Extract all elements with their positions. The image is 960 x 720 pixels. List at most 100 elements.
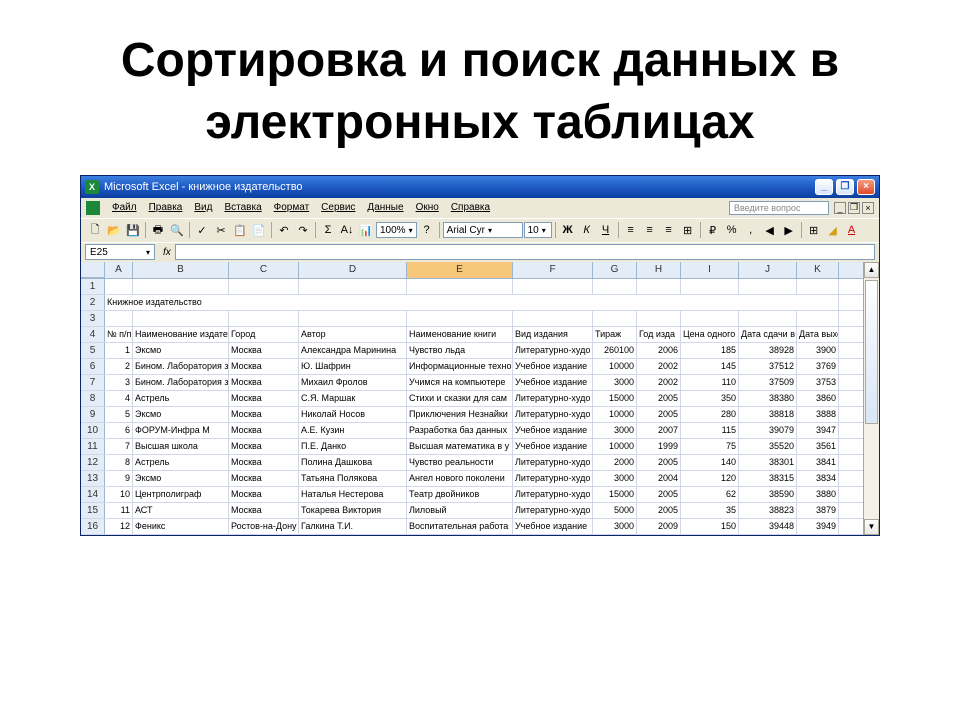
col-header-f[interactable]: F — [513, 262, 593, 278]
cell[interactable]: С.Я. Маршак — [299, 391, 407, 406]
cell[interactable]: Литературно-худо — [513, 471, 593, 486]
align-left-icon[interactable]: ≡ — [622, 221, 640, 239]
cell[interactable]: Литературно-худо — [513, 391, 593, 406]
cell[interactable]: 8 — [105, 455, 133, 470]
cell[interactable]: Ю. Шафрин — [299, 359, 407, 374]
cell[interactable] — [105, 279, 133, 294]
cell[interactable]: Литературно-худо — [513, 407, 593, 422]
cell[interactable]: Николай Носов — [299, 407, 407, 422]
row-header[interactable]: 9 — [81, 407, 105, 422]
menu-window[interactable]: Окно — [410, 200, 445, 215]
menubar-excel-icon[interactable] — [86, 201, 100, 215]
row-header[interactable]: 2 — [81, 295, 105, 310]
cell[interactable]: 110 — [681, 375, 739, 390]
decrease-indent-icon[interactable]: ◀ — [761, 221, 779, 239]
cell[interactable]: Москва — [229, 391, 299, 406]
cell[interactable]: Москва — [229, 503, 299, 518]
cell[interactable]: 2005 — [637, 487, 681, 502]
cell[interactable]: Токарева Виктория — [299, 503, 407, 518]
cell[interactable]: 350 — [681, 391, 739, 406]
cell[interactable]: 1999 — [637, 439, 681, 454]
cell[interactable]: Высшая школа — [133, 439, 229, 454]
cell[interactable]: 39448 — [739, 519, 797, 534]
fill-color-icon[interactable]: ◢ — [824, 221, 842, 239]
cell[interactable]: 37512 — [739, 359, 797, 374]
bold-icon[interactable]: Ж — [559, 221, 577, 239]
header-cell[interactable]: Дата сдачи в — [739, 327, 797, 342]
cell[interactable]: 3949 — [797, 519, 839, 534]
chart-wizard-icon[interactable]: 📊 — [357, 221, 375, 239]
header-cell[interactable]: Цена одного — [681, 327, 739, 342]
cell[interactable]: Москва — [229, 471, 299, 486]
cell[interactable]: 185 — [681, 343, 739, 358]
cell[interactable]: 2009 — [637, 519, 681, 534]
cell[interactable]: 3753 — [797, 375, 839, 390]
zoom-combo[interactable]: 100% — [376, 222, 417, 238]
cell[interactable]: 1 — [105, 343, 133, 358]
cell[interactable]: 38928 — [739, 343, 797, 358]
scroll-thumb[interactable] — [865, 280, 878, 425]
merge-icon[interactable]: ⊞ — [679, 221, 697, 239]
cell[interactable]: Центрполиграф — [133, 487, 229, 502]
cell[interactable]: Москва — [229, 423, 299, 438]
vertical-scrollbar[interactable]: ▲ ▼ — [863, 262, 879, 535]
borders-icon[interactable]: ⊞ — [805, 221, 823, 239]
cell[interactable]: 140 — [681, 455, 739, 470]
cell[interactable]: 3769 — [797, 359, 839, 374]
cell[interactable]: 7 — [105, 439, 133, 454]
header-cell[interactable]: Наименование издате — [133, 327, 229, 342]
col-header-i[interactable]: I — [681, 262, 739, 278]
cell[interactable]: 10000 — [593, 359, 637, 374]
cell[interactable]: 15000 — [593, 487, 637, 502]
cell[interactable]: 3860 — [797, 391, 839, 406]
cell[interactable]: Бином. Лаборатория з — [133, 359, 229, 374]
cell[interactable]: 10000 — [593, 407, 637, 422]
cell[interactable]: 260100 — [593, 343, 637, 358]
cell[interactable]: Лиловый — [407, 503, 513, 518]
col-header-b[interactable]: B — [133, 262, 229, 278]
minimize-button[interactable]: _ — [815, 179, 833, 195]
row-header[interactable]: 7 — [81, 375, 105, 390]
cell[interactable]: 3880 — [797, 487, 839, 502]
cell[interactable]: 3000 — [593, 375, 637, 390]
cell[interactable]: 12 — [105, 519, 133, 534]
cell[interactable]: Михаил Фролов — [299, 375, 407, 390]
sum-icon[interactable]: Σ — [319, 221, 337, 239]
cell[interactable]: 38380 — [739, 391, 797, 406]
scroll-down-button[interactable]: ▼ — [864, 519, 879, 535]
cell[interactable]: 3000 — [593, 471, 637, 486]
menu-file[interactable]: Файл — [106, 200, 143, 215]
col-header-g[interactable]: G — [593, 262, 637, 278]
cell[interactable]: 3947 — [797, 423, 839, 438]
cell[interactable]: Москва — [229, 407, 299, 422]
select-all-corner[interactable] — [81, 262, 105, 278]
maximize-button[interactable]: ❐ — [836, 179, 854, 195]
cell[interactable]: 37509 — [739, 375, 797, 390]
cell[interactable]: ФОРУМ-Инфра М — [133, 423, 229, 438]
cell[interactable]: П.Е. Данко — [299, 439, 407, 454]
cell[interactable]: Учебное издание — [513, 359, 593, 374]
cell[interactable]: 3879 — [797, 503, 839, 518]
formula-bar[interactable] — [175, 244, 875, 260]
cell[interactable]: Литературно-худо — [513, 487, 593, 502]
header-cell[interactable]: Дата выхода — [797, 327, 839, 342]
italic-icon[interactable]: К — [578, 221, 596, 239]
cell[interactable]: 2007 — [637, 423, 681, 438]
cell[interactable]: Эксмо — [133, 471, 229, 486]
cell[interactable]: Учимся на компьютере — [407, 375, 513, 390]
cell[interactable]: Бином. Лаборатория з — [133, 375, 229, 390]
help-icon[interactable]: ? — [418, 221, 436, 239]
cell[interactable]: 2000 — [593, 455, 637, 470]
row-header[interactable]: 4 — [81, 327, 105, 342]
header-cell[interactable]: Автор — [299, 327, 407, 342]
cell[interactable]: Наталья Нестерова — [299, 487, 407, 502]
cell[interactable]: 62 — [681, 487, 739, 502]
cell[interactable]: 2005 — [637, 407, 681, 422]
new-icon[interactable]: 🗋 — [86, 221, 104, 239]
cell[interactable]: 2 — [105, 359, 133, 374]
cell[interactable]: Литературно-худо — [513, 503, 593, 518]
col-header-j[interactable]: J — [739, 262, 797, 278]
col-header-a[interactable]: A — [105, 262, 133, 278]
row-header[interactable]: 6 — [81, 359, 105, 374]
cell[interactable]: 120 — [681, 471, 739, 486]
